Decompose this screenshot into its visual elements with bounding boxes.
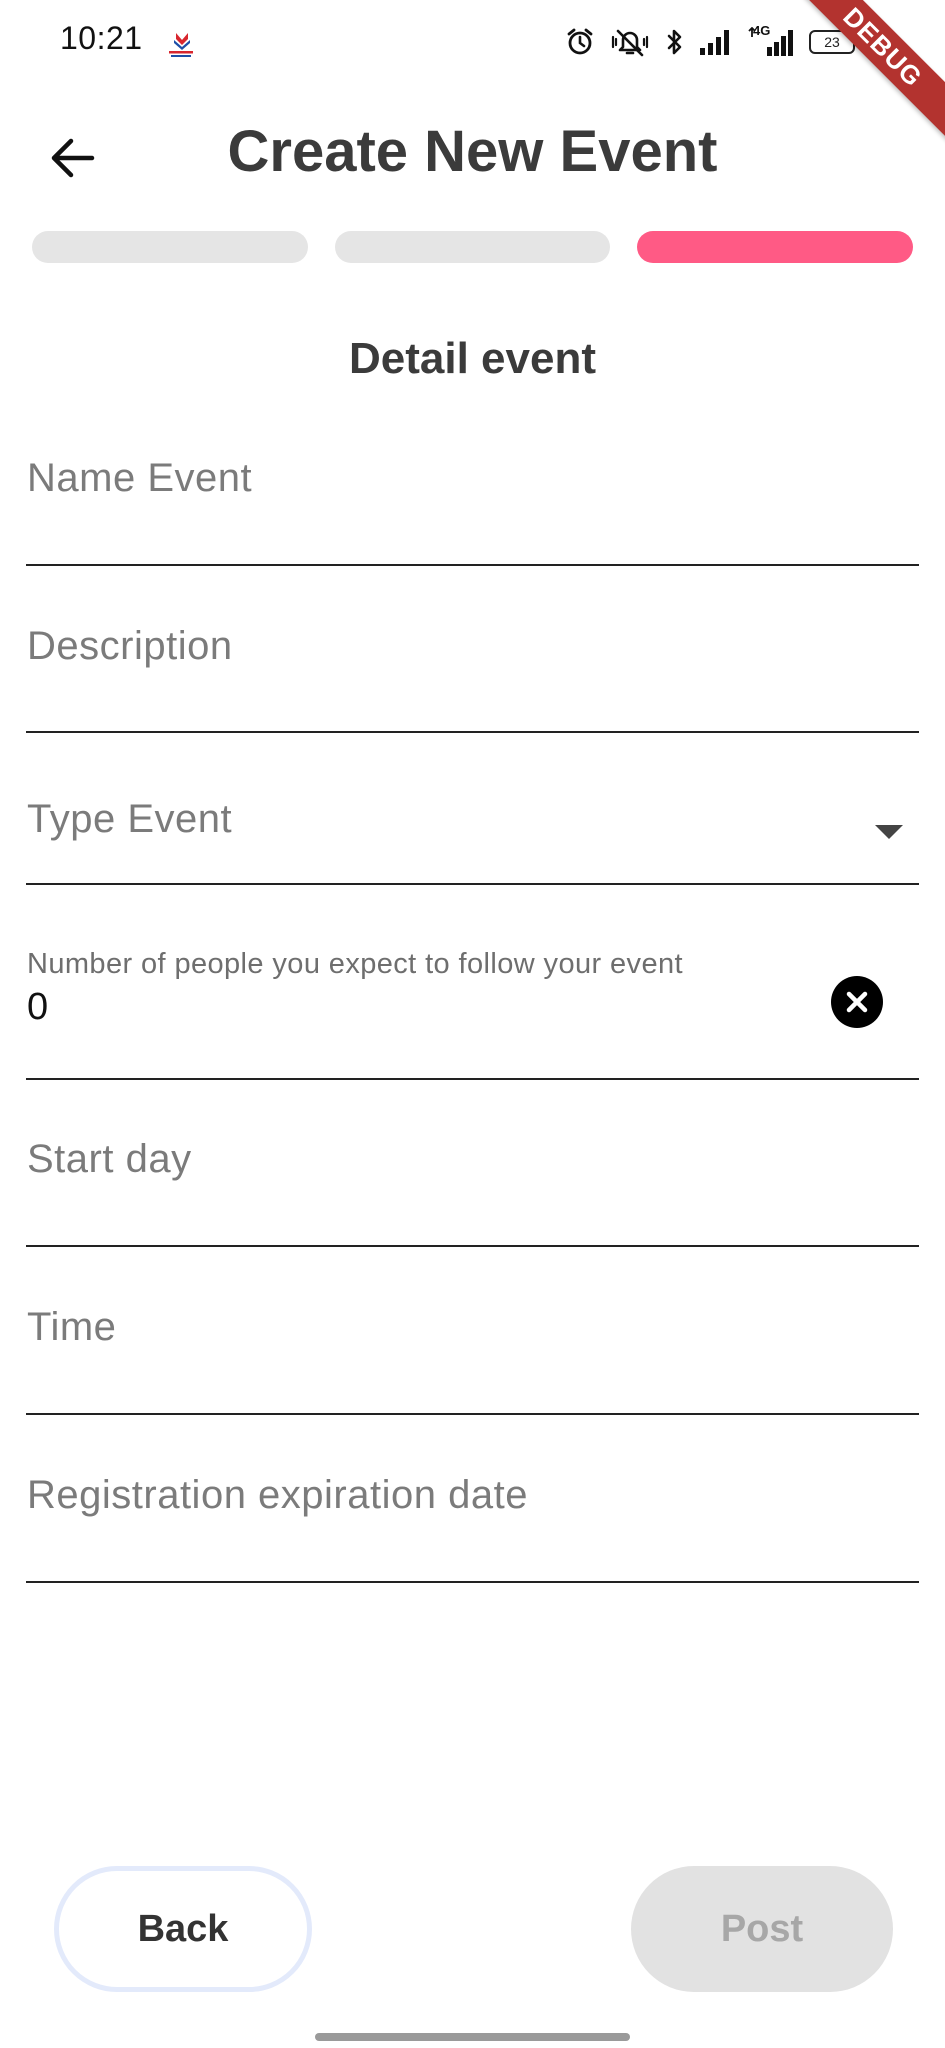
name-event-label: Name Event xyxy=(27,456,253,500)
expected-people-value[interactable]: 0 xyxy=(27,986,48,1029)
name-event-field[interactable]: Name Event xyxy=(26,420,919,566)
alarm-icon xyxy=(567,28,593,55)
registration-expiration-label: Registration expiration date xyxy=(27,1473,528,1517)
step-indicator xyxy=(32,231,914,263)
expected-people-field[interactable]: Number of people you expect to follow yo… xyxy=(26,926,919,1080)
expected-people-label: Number of people you expect to follow yo… xyxy=(27,948,683,980)
description-label: Description xyxy=(27,624,233,668)
signal-icon xyxy=(700,30,729,55)
status-bar: 10:21 4G 23 xyxy=(0,0,945,86)
post-button[interactable]: Post xyxy=(631,1866,893,1992)
battery-level: 23 xyxy=(824,34,840,50)
app-logo-icon xyxy=(169,33,193,57)
step-3-active xyxy=(637,231,914,263)
time-field[interactable]: Time xyxy=(26,1269,919,1415)
step-2 xyxy=(334,231,611,263)
section-title: Detail event xyxy=(349,334,596,383)
dropdown-arrow-icon xyxy=(875,825,903,839)
back-button[interactable]: Back xyxy=(54,1866,312,1992)
bluetooth-icon xyxy=(667,29,682,55)
page-title: Create New Event xyxy=(227,119,718,184)
type-event-label: Type Event xyxy=(27,797,233,841)
start-day-field[interactable]: Start day xyxy=(26,1101,919,1247)
description-field[interactable]: Description xyxy=(26,588,919,733)
time-label: Time xyxy=(27,1305,117,1349)
start-day-label: Start day xyxy=(27,1137,192,1181)
registration-expiration-field[interactable]: Registration expiration date xyxy=(26,1437,919,1583)
clear-icon[interactable] xyxy=(831,976,883,1028)
home-indicator[interactable] xyxy=(315,2033,630,2041)
step-1 xyxy=(32,231,308,263)
status-time: 10:21 xyxy=(60,20,143,56)
type-event-dropdown[interactable]: Type Event xyxy=(26,755,919,885)
vibrate-icon xyxy=(611,29,649,57)
signal-4g-icon: 4G xyxy=(747,23,795,57)
